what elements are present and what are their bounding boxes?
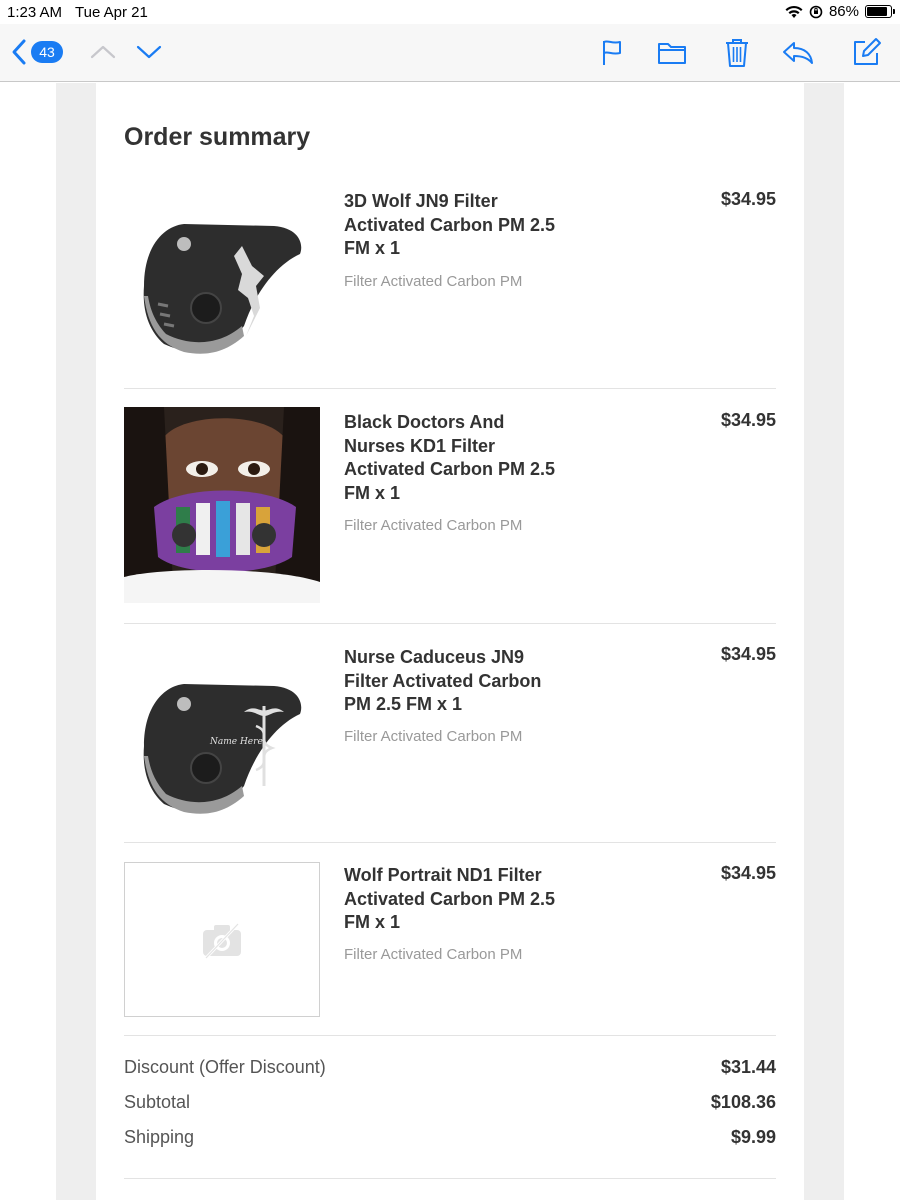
image-unavailable-icon [203,922,241,959]
rotation-lock-icon [809,5,823,18]
product-variant: Filter Activated Carbon PM [344,273,523,290]
divider [124,388,776,389]
subtotal-value: $108.36 [710,1092,776,1112]
folder-icon [658,43,686,64]
discount-value: $31.44 [720,1057,776,1077]
divider [124,842,776,843]
order-item: 3D Wolf JN9 Filter Activated Carbon PM 2… [124,180,776,390]
unread-count-badge: 43 [31,41,63,63]
status-indicators: 86% [785,3,895,20]
product-variant: Filter Activated Carbon PM [344,728,523,745]
product-price: $34.95 [720,644,776,664]
product-price: $34.95 [720,410,776,430]
chevron-up-icon [90,45,116,59]
reply-icon [783,42,813,64]
divider [124,623,776,624]
back-to-inbox-button[interactable]: 43 [10,34,63,70]
product-name[interactable]: Black Doctors And Nurses KD1 Filter Acti… [344,411,564,505]
product-variant: Filter Activated Carbon PM [344,946,523,963]
compose-button[interactable] [850,34,882,70]
trash-icon [726,39,748,67]
status-time: 1:23 AM [7,4,63,21]
discount-label: Discount (Offer Discount) [124,1057,326,1077]
subtotal-label: Subtotal [124,1092,191,1112]
shipping-label: Shipping [124,1127,195,1147]
chevron-down-icon [136,45,162,59]
product-name[interactable]: 3D Wolf JN9 Filter Activated Carbon PM 2… [344,190,564,261]
mail-toolbar: 43 [0,24,900,82]
status-bar: 1:23 AM Tue Apr 21 86% [0,0,900,24]
product-image[interactable] [124,862,320,1017]
wolf-mask-image [124,186,320,382]
battery-icon [865,5,895,18]
divider [124,1035,776,1036]
status-date: Tue Apr 21 [75,4,148,21]
product-variant: Filter Activated Carbon PM [344,517,523,534]
product-name[interactable]: Nurse Caduceus JN9 Filter Activated Carb… [344,646,564,717]
email-background-right [804,83,844,1200]
caduceus-mask-image: Name Here [124,646,320,842]
divider [124,1178,776,1179]
shipping-value: $9.99 [730,1127,776,1147]
compose-icon [854,38,881,65]
email-content: Order summary 3D Wolf JN9 Filter Activat… [96,83,804,1200]
reply-button[interactable] [780,34,816,70]
flag-button[interactable] [598,34,626,70]
trash-button[interactable] [722,34,752,70]
order-item: Wolf Portrait ND1 Filter Activated Carbo… [124,861,776,1061]
previous-message-button[interactable] [88,34,118,70]
product-price: $34.95 [720,189,776,209]
wifi-icon [785,5,803,18]
chevron-left-icon [12,39,26,65]
product-image[interactable] [124,186,320,382]
product-price: $34.95 [720,863,776,883]
product-image[interactable]: Name Here [124,646,320,842]
flag-icon [603,40,621,65]
email-background-left [56,83,96,1200]
order-summary-title: Order summary [124,123,311,151]
move-to-folder-button[interactable] [656,34,688,70]
battery-percent: 86% [828,3,859,20]
next-message-button[interactable] [134,34,164,70]
order-item: Black Doctors And Nurses KD1 Filter Acti… [124,407,776,617]
order-item: Name Here Nurse Caduceus JN9 Filter Acti… [124,641,776,851]
mask-name-text: Name Here [209,737,263,747]
woman-mask-image [124,407,320,603]
product-image[interactable] [124,407,320,603]
product-name[interactable]: Wolf Portrait ND1 Filter Activated Carbo… [344,864,564,935]
